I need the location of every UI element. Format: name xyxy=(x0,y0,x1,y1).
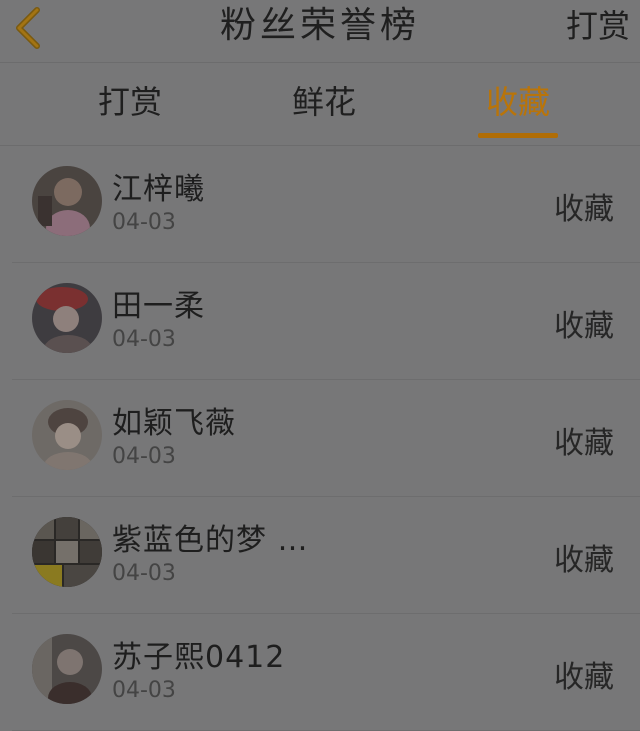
avatar xyxy=(32,634,102,704)
action-label: 收藏 xyxy=(554,192,614,227)
action-label: 收藏 xyxy=(554,543,614,578)
tab-label: 收藏 xyxy=(485,83,550,121)
top-bar: 粉丝荣誉榜 打赏 xyxy=(0,0,640,63)
list-item[interactable]: 江梓曦 04-03 收藏 xyxy=(12,146,640,263)
tab-label: 鲜花 xyxy=(291,83,356,121)
tab-reward[interactable]: 打赏 xyxy=(92,63,168,145)
fan-name: 田一柔 xyxy=(112,289,205,324)
active-tab-indicator xyxy=(478,133,558,138)
avatar xyxy=(32,283,102,353)
avatar xyxy=(32,517,102,587)
fan-date: 04-03 xyxy=(112,210,176,235)
reward-link[interactable]: 打赏 xyxy=(566,0,630,54)
avatar xyxy=(32,166,102,236)
tab-label: 打赏 xyxy=(97,83,162,121)
avatar xyxy=(32,400,102,470)
list-item[interactable]: 如颖飞薇 04-03 收藏 xyxy=(12,380,640,497)
fan-name: 江梓曦 xyxy=(112,172,205,207)
action-label: 收藏 xyxy=(554,660,614,695)
action-label: 收藏 xyxy=(554,426,614,461)
page-title: 粉丝荣誉榜 xyxy=(219,5,420,46)
action-label: 收藏 xyxy=(554,309,614,344)
fan-name: 苏子熙0412 xyxy=(112,640,286,675)
fan-date: 04-03 xyxy=(112,327,176,352)
fan-date: 04-03 xyxy=(112,444,176,469)
tab-bar: 打赏 鲜花 收藏 xyxy=(0,63,640,146)
fan-date: 04-03 xyxy=(112,678,176,703)
list-item[interactable]: 田一柔 04-03 收藏 xyxy=(12,263,640,380)
fan-name: 紫蓝色的梦 … xyxy=(112,523,309,558)
list-item[interactable]: 苏子熙0412 04-03 收藏 xyxy=(12,614,640,731)
tab-flowers[interactable]: 鲜花 xyxy=(286,63,362,145)
fan-list: 江梓曦 04-03 收藏 田一柔 04-03 收藏 如颖飞薇 04-03 收藏 … xyxy=(0,146,640,731)
tab-favorites[interactable]: 收藏 xyxy=(478,63,558,145)
list-item[interactable]: 紫蓝色的梦 … 04-03 收藏 xyxy=(12,497,640,614)
fan-name: 如颖飞薇 xyxy=(112,406,236,441)
fan-date: 04-03 xyxy=(112,561,176,586)
